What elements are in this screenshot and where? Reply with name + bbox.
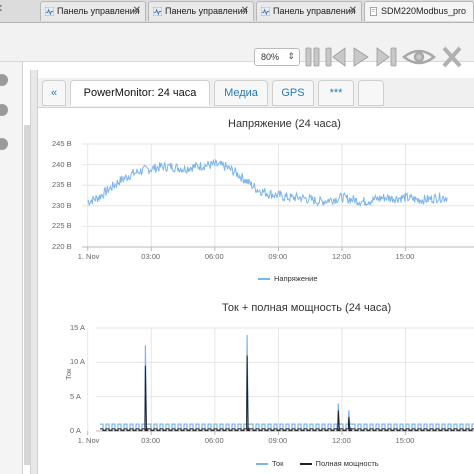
browser-tab-3-title: Панель управления [273,6,356,16]
voltage-chart-title: Напряжение (24 часа) [228,118,341,130]
current-legend[interactable]: Ток Полная мощность [256,459,379,468]
browser-tab-1-title: Панель управления [57,6,140,16]
x-tick-label: 1. Nov [77,252,100,261]
close-icon[interactable]: ✕ [241,5,249,16]
skip-forward-icon[interactable] [376,47,397,67]
voltage-chart [82,143,474,251]
series-line-power [100,355,474,432]
heart-monitor-icon [45,7,54,16]
legend-swatch-current [256,463,268,466]
chevron-down-icon: ⇕ [287,51,295,61]
close-icon[interactable]: ✕ [133,5,141,16]
zoom-select[interactable]: 80% ⇕ [254,48,300,66]
x-tick-label: 12:00 [331,252,351,261]
tab-empty[interactable] [358,80,384,106]
y-tick-label: 5 A [70,391,81,401]
tab-powermonitor[interactable]: PowerMonitor: 24 часа [70,80,210,106]
left-side-panel [0,62,23,474]
x-tick-label: 09:00 [268,436,288,445]
browser-tab-2-title: Панель управления [165,6,248,16]
skip-back-icon[interactable] [325,47,346,67]
voltage-legend[interactable]: Напряжение [258,274,318,283]
zoom-value: 80% [261,52,280,62]
tab-gps[interactable]: GPS [272,80,314,106]
x-tick-label: 06:00 [204,436,224,445]
browser-tab-3[interactable]: Панель управления ✕ [256,1,362,21]
legend-swatch-voltage [258,278,270,281]
x-tick-label: 03:00 [141,436,161,445]
browser-tab-2[interactable]: Панель управления ✕ [148,1,254,21]
browser-tab-4-title: SDM220Modbus_pro [381,6,467,16]
y-tick-label: 0 A [70,426,81,435]
y-tick-label: 240 В [52,159,72,169]
current-power-chart [87,327,474,435]
browser-tab-bar: ✕ Панель управления ✕ Панель управления … [0,0,474,23]
heart-monitor-icon [261,7,270,16]
tab-media[interactable]: Медиа [214,80,268,106]
legend-label-power: Полная мощность [315,459,379,468]
close-icon[interactable] [442,46,462,68]
x-tick-label: 12:00 [331,436,351,445]
x-tick-label: 15:00 [395,436,415,445]
browser-tab-1[interactable]: Панель управления ✕ [40,1,146,21]
document-icon [370,7,377,16]
play-icon[interactable] [353,47,369,67]
tab-more[interactable]: *** [318,80,354,106]
panel-divider[interactable] [30,70,38,474]
tab-collapse[interactable]: « [42,80,66,106]
collapse-icon[interactable] [0,138,8,150]
tab-strip-menu-icon[interactable]: ✕ [0,2,3,15]
y-tick-label: 10 A [70,357,86,367]
close-icon[interactable]: ✕ [349,5,357,16]
x-tick-label: 1. Nov [77,436,100,445]
legend-swatch-power [299,463,312,466]
current-y-axis-title: Ток [64,368,73,380]
pause-icon[interactable] [305,47,320,67]
legend-label-voltage: Напряжение [274,274,318,283]
legend-label-current: Ток [272,459,284,468]
x-tick-label: 06:00 [204,252,224,261]
browser-tab-4[interactable]: SDM220Modbus_pro [364,1,474,21]
collapse-icon[interactable] [0,74,8,86]
toolbar-icons [305,46,462,68]
series-line-voltage [87,158,448,208]
x-tick-label: 09:00 [268,252,288,261]
x-tick-label: 03:00 [141,252,161,261]
y-tick-label: 15 A [70,323,86,332]
tab-content-border [38,107,474,108]
app-tab-bar: « PowerMonitor: 24 часа Медиа GPS *** [38,78,474,108]
heart-monitor-icon [153,7,162,16]
eye-icon[interactable] [401,49,437,65]
y-tick-label: 225 В [52,221,72,231]
y-tick-label: 220 В [52,242,72,251]
current-chart-title: Ток + полная мощность (24 часа) [222,302,392,314]
y-tick-label: 230 В [52,200,72,210]
y-tick-label: 235 В [52,180,72,190]
y-tick-label: 245 В [52,139,72,148]
collapse-icon[interactable] [0,104,8,116]
x-tick-label: 15:00 [395,252,415,261]
series-line-current [100,334,474,431]
